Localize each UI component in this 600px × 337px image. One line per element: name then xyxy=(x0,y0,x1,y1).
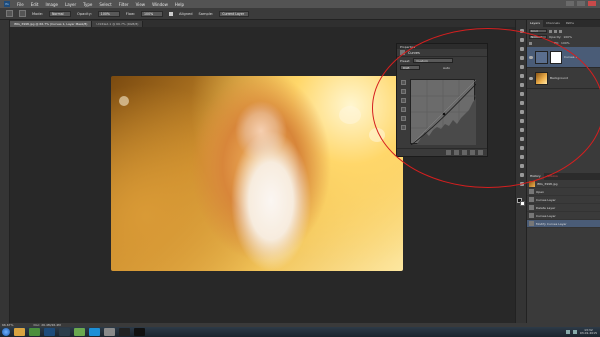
history-item-label: Modify Curves Layer xyxy=(536,221,567,226)
document-image[interactable] xyxy=(111,76,403,271)
history-list: IMG_3998.jpg Open Curves Layer Delete La… xyxy=(527,180,600,228)
menu-window[interactable]: Window xyxy=(152,2,168,7)
history-item[interactable]: Modify Curves Layer xyxy=(527,220,600,228)
mode-label: Mode: xyxy=(32,11,44,16)
tab-layers[interactable]: Layers xyxy=(527,20,543,27)
minimize-button[interactable] xyxy=(566,1,574,6)
close-button[interactable] xyxy=(588,1,596,6)
annotation-circle xyxy=(372,28,600,188)
bokeh-highlight xyxy=(119,96,129,106)
history-item-label: Curves Layer xyxy=(536,213,556,218)
history-item[interactable]: Curves Layer xyxy=(527,212,600,220)
menu-select[interactable]: Select xyxy=(99,2,111,7)
background-color[interactable] xyxy=(520,201,525,206)
flow-label: Flow: xyxy=(125,11,136,16)
color-swatches[interactable] xyxy=(517,198,525,206)
filter-type-icon[interactable] xyxy=(559,29,562,33)
options-bar: Mode: Normal Opacity: 100% Flow: 100% Al… xyxy=(0,8,600,20)
history-item-label: Open xyxy=(536,189,545,194)
taskbar-app[interactable] xyxy=(74,328,85,336)
menu-filter[interactable]: Filter xyxy=(119,2,129,7)
photoshop-logo: Ps xyxy=(4,1,10,7)
menu-view[interactable]: View xyxy=(136,2,146,7)
flow-field[interactable]: 100% xyxy=(141,10,164,17)
window-controls xyxy=(566,1,596,6)
system-tray: 13:32 03.01.2015 xyxy=(565,328,600,336)
network-icon[interactable] xyxy=(565,330,570,334)
history-state-icon xyxy=(529,197,534,202)
history-item[interactable]: Open xyxy=(527,188,600,196)
left-toolbar xyxy=(0,20,10,323)
sample-label: Sample: xyxy=(198,11,214,16)
bokeh-highlight xyxy=(339,106,361,124)
taskbar-app[interactable] xyxy=(14,328,25,336)
opacity-label: Opacity: xyxy=(77,11,92,16)
fill-value[interactable]: 100% xyxy=(561,41,570,45)
history-item-label: Delete Layer xyxy=(536,205,556,210)
menu-type[interactable]: Type xyxy=(83,2,92,7)
history-state-icon xyxy=(529,221,534,226)
mode-select[interactable]: Normal xyxy=(49,10,72,17)
opacity-label: Opacity: xyxy=(549,35,562,39)
opacity-value[interactable]: 100% xyxy=(563,35,572,39)
taskbar-app[interactable] xyxy=(134,328,145,336)
clock-date: 03.01.2015 xyxy=(579,331,597,335)
maximize-button[interactable] xyxy=(577,1,585,6)
history-item-label: Curves Layer xyxy=(536,197,556,202)
menu-layer[interactable]: Layer xyxy=(65,2,76,7)
layer-filter-select[interactable]: Kind xyxy=(529,29,547,33)
history-state-icon xyxy=(529,213,534,218)
filter-adjust-icon[interactable] xyxy=(554,29,557,33)
menu-help[interactable]: Help xyxy=(175,2,184,7)
taskbar-app[interactable] xyxy=(59,328,70,336)
opacity-field[interactable]: 100% xyxy=(97,10,120,17)
start-button[interactable] xyxy=(2,328,10,336)
taskbar: 13:32 03.01.2015 xyxy=(0,327,600,337)
history-item-label: IMG_3998.jpg xyxy=(537,181,558,186)
history-item[interactable]: Curves Layer xyxy=(527,196,600,204)
taskbar-app[interactable] xyxy=(44,328,55,336)
taskbar-app[interactable] xyxy=(29,328,40,336)
menu-file[interactable]: File xyxy=(17,2,24,7)
history-snapshot[interactable]: IMG_3998.jpg xyxy=(527,180,600,188)
clone-stamp-tool-icon[interactable] xyxy=(6,10,13,17)
volume-icon[interactable] xyxy=(572,330,577,334)
menu-edit[interactable]: Edit xyxy=(31,2,39,7)
document-tabs: IMG_3998.jpg @ 66.7% (Curves 1, Layer Ma… xyxy=(10,20,520,27)
layers-panel-tabs: Layers Channels Paths xyxy=(527,20,600,27)
sample-select[interactable]: Current Layer xyxy=(219,10,250,17)
filter-pixel-icon[interactable] xyxy=(549,29,552,33)
menu-image[interactable]: Image xyxy=(45,2,58,7)
history-state-icon xyxy=(529,189,534,194)
clock[interactable]: 13:32 03.01.2015 xyxy=(579,328,597,336)
history-state-icon xyxy=(529,205,534,210)
aligned-label: Aligned xyxy=(179,11,193,16)
tab-channels[interactable]: Channels xyxy=(543,20,563,27)
taskbar-app[interactable] xyxy=(119,328,130,336)
history-item[interactable]: Delete Layer xyxy=(527,204,600,212)
taskbar-app[interactable] xyxy=(104,328,115,336)
aligned-checkbox[interactable] xyxy=(169,11,174,16)
taskbar-app[interactable] xyxy=(89,328,100,336)
tab-paths[interactable]: Paths xyxy=(563,20,577,27)
brush-preset-icon[interactable] xyxy=(19,10,26,17)
menu-bar: Ps File Edit Image Layer Type Select Fil… xyxy=(0,0,600,8)
